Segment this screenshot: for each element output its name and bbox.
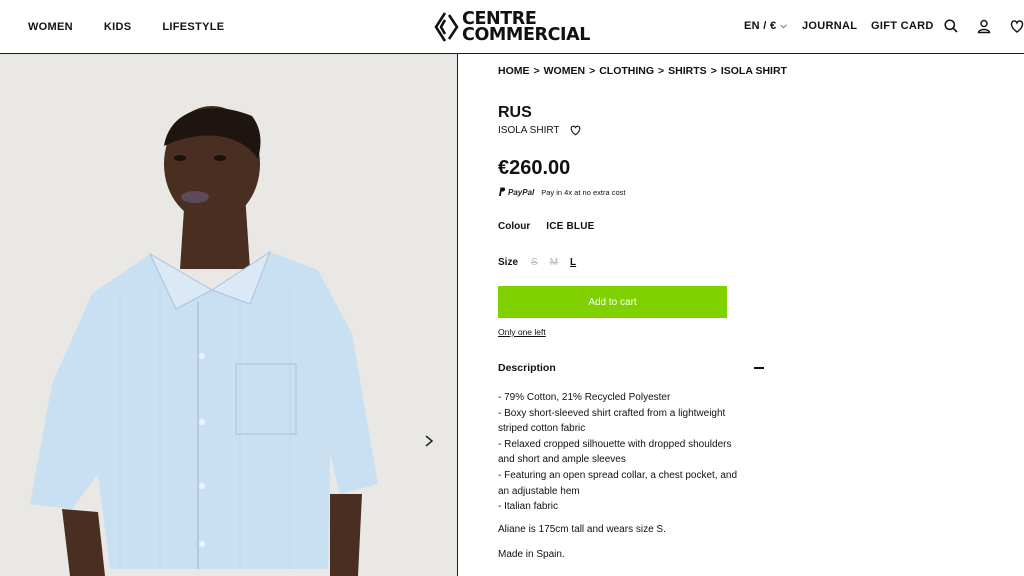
chevron-down-icon: [780, 23, 788, 29]
product-name: ISOLA SHIRT: [498, 124, 560, 136]
colour-label: Colour: [498, 221, 531, 232]
next-image-arrow-icon[interactable]: [422, 431, 436, 451]
logo-mark-icon: [434, 12, 459, 42]
model-size-note: Aliane is 175cm tall and wears size S.: [498, 524, 666, 535]
description-line: - Featuring an open spread collar, a che…: [498, 469, 738, 481]
description-line: striped cotton fabric: [498, 423, 586, 435]
breadcrumb-separator: >: [589, 65, 596, 77]
paypal-brand: PayPal: [508, 187, 535, 197]
site-header: WOMEN KIDS LIFESTYLE CENTRE COMMERCIAL E…: [0, 0, 1024, 54]
description-accordion-header[interactable]: Description: [498, 362, 764, 374]
breadcrumb-separator: >: [658, 65, 665, 77]
product-name-row: ISOLA SHIRT: [498, 124, 582, 136]
breadcrumb: HOME > WOMEN > CLOTHING > SHIRTS > ISOLA SHIRT: [498, 65, 787, 77]
locale-selector[interactable]: EN / €: [744, 20, 788, 32]
product-photo: [0, 54, 457, 576]
collapse-minus-icon: [754, 367, 764, 369]
add-to-cart-button[interactable]: Add to cart: [498, 286, 727, 318]
product-image-gallery[interactable]: [0, 54, 458, 576]
size-row: Size S M L: [498, 257, 578, 268]
description-line: - Relaxed cropped silhouette with droppe…: [498, 438, 732, 450]
description-line: - 79% Cotton, 21% Recycled Polyester: [498, 392, 671, 403]
paypal-installments[interactable]: PayPal Pay in 4x at no extra cost: [498, 187, 625, 197]
product-price: €260.00: [498, 157, 571, 179]
nav-gift-card[interactable]: GIFT CARD: [871, 20, 934, 32]
breadcrumb-separator: >: [533, 65, 540, 77]
colour-value: ICE BLUE: [546, 221, 595, 232]
site-logo[interactable]: CENTRE COMMERCIAL: [433, 9, 590, 45]
nav-women[interactable]: WOMEN: [28, 21, 73, 33]
wishlist-heart-icon[interactable]: [1009, 18, 1024, 34]
nav-lifestyle[interactable]: LIFESTYLE: [162, 21, 224, 33]
breadcrumb-home[interactable]: HOME: [498, 65, 530, 77]
description-line: an adjustable hem: [498, 485, 580, 497]
stock-notice: Only one left: [498, 327, 546, 337]
breadcrumb-shirts[interactable]: SHIRTS: [668, 65, 707, 77]
description-line: - Boxy short-sleeved shirt crafted from …: [498, 407, 726, 419]
search-icon[interactable]: [943, 18, 959, 34]
size-option-s[interactable]: S: [531, 257, 538, 268]
size-option-l[interactable]: L: [570, 257, 576, 268]
breadcrumb-clothing[interactable]: CLOTHING: [599, 65, 654, 77]
breadcrumb-separator: >: [710, 65, 717, 77]
description-title: Description: [498, 362, 556, 374]
nav-kids[interactable]: KIDS: [104, 21, 131, 33]
main-nav: WOMEN KIDS LIFESTYLE: [28, 0, 224, 54]
size-label: Size: [498, 257, 519, 268]
nav-journal[interactable]: JOURNAL: [802, 20, 857, 32]
description-body: - 79% Cotton, 21% Recycled Polyester - B…: [498, 390, 758, 515]
origin-note: Made in Spain.: [498, 549, 565, 560]
description-line: and short and ample sleeves: [498, 454, 626, 466]
paypal-icon: [499, 187, 506, 196]
breadcrumb-women[interactable]: WOMEN: [544, 65, 585, 77]
description-line: - Italian fabric: [498, 501, 559, 513]
paypal-text: Pay in 4x at no extra cost: [541, 187, 626, 197]
colour-row: Colour ICE BLUE: [498, 221, 595, 232]
account-icon[interactable]: [976, 18, 992, 34]
paypal-logo: PayPal: [498, 187, 534, 197]
logo-line-2: COMMERCIAL: [462, 25, 591, 45]
size-option-m[interactable]: M: [550, 257, 558, 268]
product-brand[interactable]: RUS: [498, 104, 532, 122]
breadcrumb-current[interactable]: ISOLA SHIRT: [721, 65, 787, 77]
heart-icon[interactable]: [569, 124, 582, 136]
locale-label: EN / €: [744, 20, 777, 32]
